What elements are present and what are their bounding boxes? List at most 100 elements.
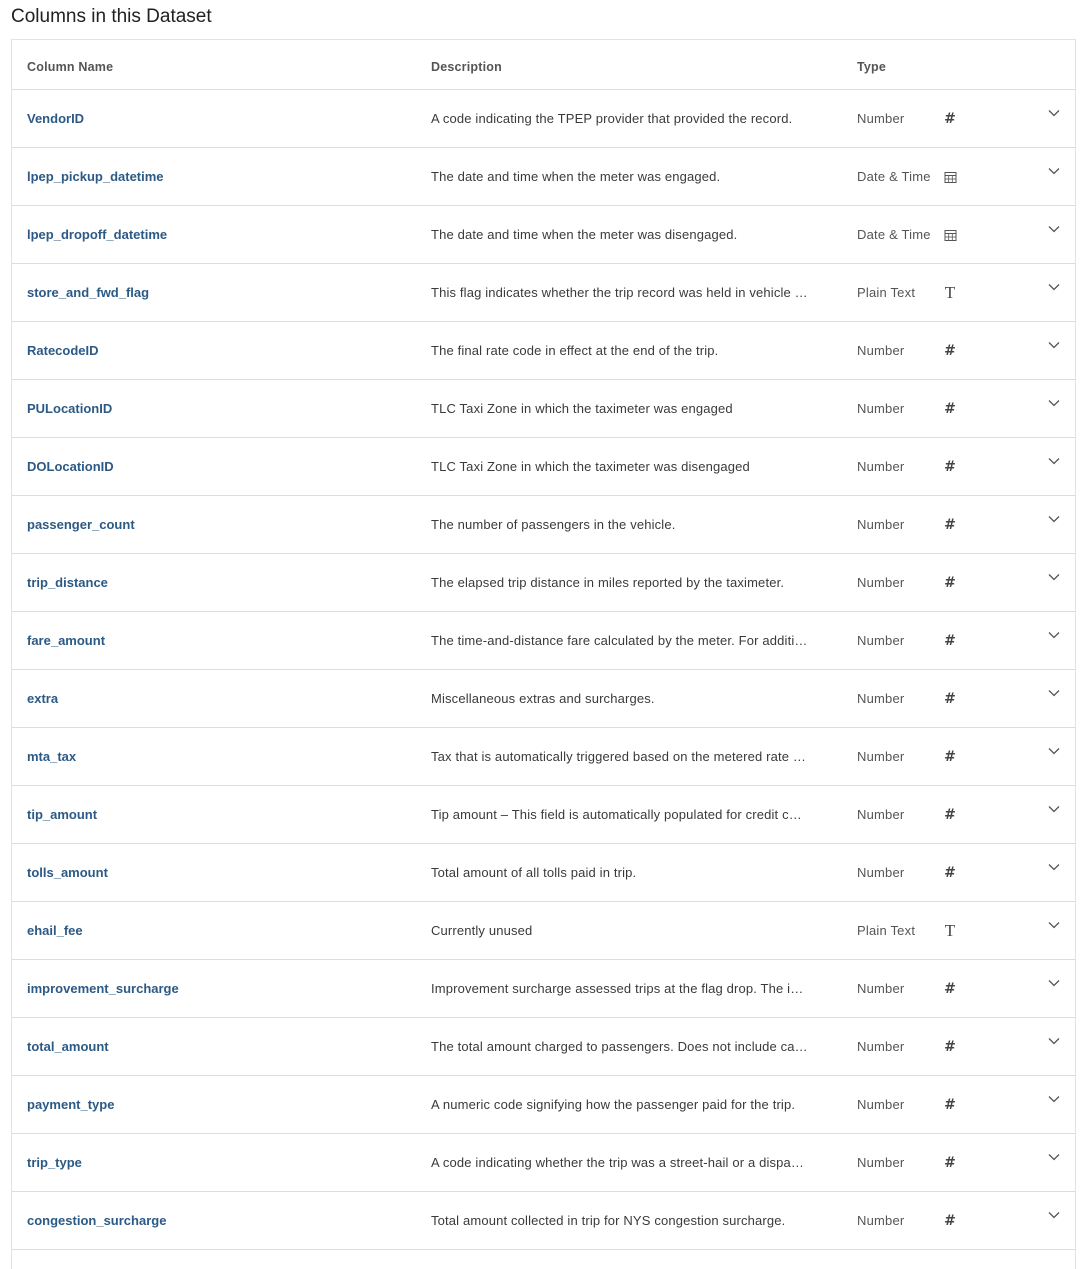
- column-description: Miscellaneous extras and surcharges.: [431, 691, 655, 706]
- table-row[interactable]: ehail_fee Currently unused Plain Text T: [12, 902, 1075, 960]
- hash-icon: #: [944, 1155, 956, 1171]
- text-icon: T: [944, 283, 956, 302]
- text-icon: T: [944, 921, 956, 940]
- chevron-down-icon[interactable]: [1046, 743, 1062, 759]
- column-description: Total amount of all tolls paid in trip.: [431, 865, 637, 880]
- table-row[interactable]: mta_tax Tax that is automatically trigger…: [12, 728, 1075, 786]
- chevron-down-icon[interactable]: [1046, 627, 1062, 643]
- column-name[interactable]: lpep_pickup_datetime: [27, 148, 417, 206]
- chevron-down-icon[interactable]: [1046, 569, 1062, 585]
- hash-icon: #: [944, 1097, 956, 1113]
- column-type: Number: [857, 749, 905, 764]
- column-name[interactable]: ehail_fee: [27, 902, 417, 960]
- table-row[interactable]: lpep_pickup_datetime The date and time wh…: [12, 148, 1075, 206]
- hash-icon: #: [944, 1039, 956, 1055]
- column-name[interactable]: store_and_fwd_flag: [27, 264, 417, 322]
- table-row[interactable]: extra Miscellaneous extras and surcharges…: [12, 670, 1075, 728]
- column-name[interactable]: trip_distance: [27, 554, 417, 612]
- column-name[interactable]: tip_amount: [27, 786, 417, 844]
- chevron-down-icon[interactable]: [1046, 105, 1062, 121]
- table-row[interactable]: total_amount The total amount charged to …: [12, 1018, 1075, 1076]
- column-name[interactable]: total_amount: [27, 1018, 417, 1076]
- hash-icon: #: [944, 1213, 956, 1229]
- column-type: Date & Time: [857, 169, 931, 184]
- chevron-down-icon[interactable]: [1046, 279, 1062, 295]
- column-type: Number: [857, 807, 905, 822]
- column-name[interactable]: trip_type: [27, 1134, 417, 1192]
- column-description: A numeric code signifying how the passen…: [431, 1097, 796, 1112]
- column-description: TLC Taxi Zone in which the taximeter was…: [431, 401, 733, 416]
- column-type: Number: [857, 1097, 905, 1112]
- column-description: The date and time when the meter was dis…: [431, 227, 738, 242]
- column-description: The total amount charged to passengers. …: [431, 1039, 808, 1054]
- chevron-down-icon[interactable]: [1046, 917, 1062, 933]
- chevron-down-icon[interactable]: [1046, 859, 1062, 875]
- column-name[interactable]: tolls_amount: [27, 844, 417, 902]
- column-type: Number: [857, 865, 905, 880]
- column-description: Total amount collected in trip for NYS c…: [431, 1213, 786, 1228]
- column-description: A code indicating the TPEP provider that…: [431, 111, 793, 126]
- hash-icon: #: [944, 401, 956, 417]
- column-name[interactable]: fare_amount: [27, 612, 417, 670]
- chevron-down-icon[interactable]: [1046, 395, 1062, 411]
- chevron-down-icon[interactable]: [1046, 685, 1062, 701]
- table-row[interactable]: fare_amount The time-and-distance fare ca…: [12, 612, 1075, 670]
- table-row[interactable]: passenger_count The number of passengers …: [12, 496, 1075, 554]
- column-name[interactable]: passenger_count: [27, 496, 417, 554]
- table-row[interactable]: VendorID A code indicating the TPEP provi…: [12, 90, 1075, 148]
- column-description: Tax that is automatically triggered base…: [431, 749, 807, 764]
- column-name-header: Column Name: [27, 60, 114, 74]
- table-row[interactable]: tolls_amount Total amount of all tolls pa…: [12, 844, 1075, 902]
- column-name[interactable]: lpep_dropoff_datetime: [27, 206, 417, 264]
- column-name[interactable]: PULocationID: [27, 380, 417, 438]
- table-row[interactable]: payment_type A numeric code signifying ho…: [12, 1076, 1075, 1134]
- column-type: Number: [857, 517, 905, 532]
- table-row[interactable]: RatecodeID The final rate code in effect …: [12, 322, 1075, 380]
- hash-icon: #: [944, 459, 956, 475]
- hash-icon: #: [944, 807, 956, 823]
- table-row[interactable]: trip_distance The elapsed trip distance i…: [12, 554, 1075, 612]
- table-row[interactable]: congestion_surcharge Total amount collect…: [12, 1192, 1075, 1250]
- column-type: Number: [857, 633, 905, 648]
- calendar-icon: [940, 148, 960, 206]
- hash-icon: #: [944, 691, 956, 707]
- chevron-down-icon[interactable]: [1046, 975, 1062, 991]
- table-row[interactable]: tip_amount Tip amount – This field is aut…: [12, 786, 1075, 844]
- hash-icon: #: [944, 575, 956, 591]
- column-name[interactable]: mta_tax: [27, 728, 417, 786]
- column-description: The date and time when the meter was eng…: [431, 169, 721, 184]
- column-name[interactable]: improvement_surcharge: [27, 960, 417, 1018]
- table-row[interactable]: store_and_fwd_flag This flag indicates wh…: [12, 264, 1075, 322]
- chevron-down-icon[interactable]: [1046, 801, 1062, 817]
- chevron-down-icon[interactable]: [1046, 1149, 1062, 1165]
- chevron-down-icon[interactable]: [1046, 1033, 1062, 1049]
- chevron-down-icon[interactable]: [1046, 163, 1062, 179]
- column-type: Number: [857, 343, 905, 358]
- table-row[interactable]: improvement_surcharge Improvement surchar…: [12, 960, 1075, 1018]
- description-header: Description: [431, 60, 502, 74]
- chevron-down-icon[interactable]: [1046, 511, 1062, 527]
- chevron-down-icon[interactable]: [1046, 221, 1062, 237]
- column-description: Tip amount – This field is automatically…: [431, 807, 802, 822]
- column-name[interactable]: extra: [27, 670, 417, 728]
- column-type: Plain Text: [857, 285, 916, 300]
- column-name[interactable]: VendorID: [27, 90, 417, 148]
- chevron-down-icon[interactable]: [1046, 453, 1062, 469]
- hash-icon: #: [944, 517, 956, 533]
- chevron-down-icon[interactable]: [1046, 1207, 1062, 1223]
- column-name[interactable]: DOLocationID: [27, 438, 417, 496]
- column-name[interactable]: RatecodeID: [27, 322, 417, 380]
- table-row[interactable]: PULocationID TLC Taxi Zone in which the t…: [12, 380, 1075, 438]
- column-type: Plain Text: [857, 923, 916, 938]
- chevron-down-icon[interactable]: [1046, 337, 1062, 353]
- column-name[interactable]: congestion_surcharge: [27, 1192, 417, 1250]
- column-name[interactable]: payment_type: [27, 1076, 417, 1134]
- table-row[interactable]: DOLocationID TLC Taxi Zone in which the t…: [12, 438, 1075, 496]
- table-header-row: Column Name Description Type: [12, 40, 1075, 90]
- column-description: Currently unused: [431, 923, 533, 938]
- column-type: Number: [857, 111, 905, 126]
- chevron-down-icon[interactable]: [1046, 1091, 1062, 1107]
- table-row[interactable]: lpep_dropoff_datetime The date and time w…: [12, 206, 1075, 264]
- table-row[interactable]: trip_type A code indicating whether the t…: [12, 1134, 1075, 1192]
- hash-icon: #: [944, 865, 956, 881]
